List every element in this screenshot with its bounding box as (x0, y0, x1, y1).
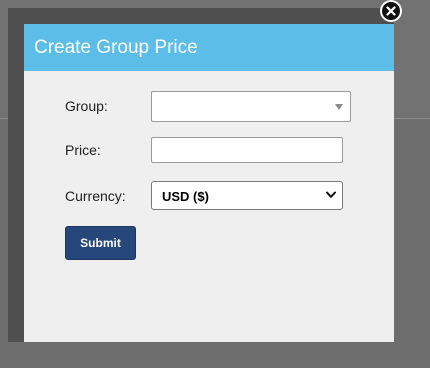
group-label: Group: (65, 98, 108, 114)
chevron-down-icon (326, 191, 336, 198)
currency-label: Currency: (65, 188, 126, 204)
currency-select[interactable]: USD ($) (151, 181, 343, 210)
group-select[interactable] (151, 91, 351, 122)
modal-title: Create Group Price (24, 24, 394, 71)
close-icon (382, 2, 400, 20)
price-label: Price: (65, 142, 101, 158)
modal-dialog: Create Group Price (8, 8, 394, 342)
submit-button[interactable]: Submit (65, 226, 136, 260)
currency-select-value: USD ($) (162, 189, 209, 204)
price-input[interactable] (151, 137, 343, 163)
chevron-down-icon (335, 104, 343, 110)
close-button[interactable] (380, 0, 402, 22)
